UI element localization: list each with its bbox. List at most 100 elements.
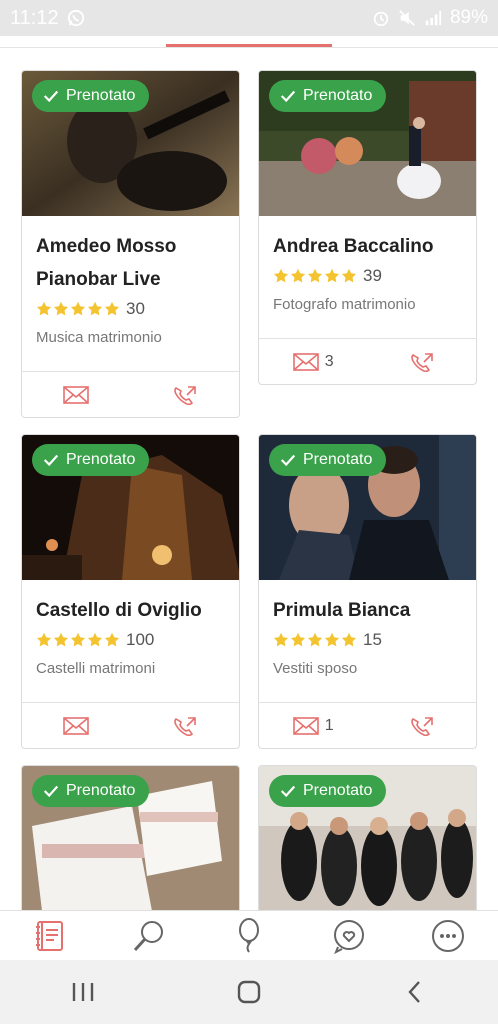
vendor-image-wedding[interactable]: Prenotato: [259, 71, 476, 216]
star-icon: [104, 301, 120, 316]
vendor-card[interactable]: Prenotato Andrea Baccalino 39 Fotografo …: [258, 70, 477, 385]
vendor-card[interactable]: Prenotato: [21, 765, 240, 910]
vendor-card[interactable]: Prenotato: [258, 765, 477, 910]
system-nav-bar: [0, 960, 498, 1024]
booked-badge: Prenotato: [32, 444, 150, 476]
message-button[interactable]: 3: [259, 352, 368, 372]
stars: [273, 632, 357, 648]
badge-label: Prenotato: [303, 782, 373, 799]
vendor-category: Musica matrimonio: [36, 329, 162, 346]
battery-level: 89%: [449, 7, 488, 28]
badge-label: Prenotato: [303, 87, 373, 104]
back-icon: [408, 981, 420, 1003]
balloon-icon: [238, 917, 259, 953]
rating-count: 100: [126, 630, 155, 649]
star-icon: [53, 301, 69, 316]
vendor-category: Fotografo matrimonio: [273, 296, 416, 313]
recent-apps-button[interactable]: [63, 972, 103, 1012]
signal-icon: [425, 10, 442, 26]
mute-icon: [399, 10, 415, 26]
phone-icon: [173, 716, 196, 736]
star-icon: [36, 301, 52, 316]
star-icon: [307, 268, 323, 283]
rating-count: 15: [363, 630, 382, 649]
alarm-icon: [373, 11, 389, 27]
booked-badge: Prenotato: [32, 80, 150, 112]
star-icon: [70, 632, 86, 647]
envelope-icon: [63, 385, 90, 404]
status-left: 11:12: [10, 7, 85, 30]
more-icon: [432, 919, 465, 952]
vendor-image-suits[interactable]: Prenotato: [259, 435, 476, 580]
phone-icon: [410, 716, 433, 736]
envelope-icon: [292, 352, 319, 371]
call-button[interactable]: [368, 716, 477, 736]
recent-apps-icon: [72, 983, 94, 1001]
rating: 30: [36, 298, 225, 320]
booked-badge: Prenotato: [269, 444, 387, 476]
message-count: 1: [324, 716, 334, 734]
call-button[interactable]: [368, 352, 477, 372]
star-icon: [324, 268, 340, 283]
nav-chat[interactable]: [327, 914, 371, 958]
chat-heart-icon: [333, 919, 364, 954]
nav-balloon[interactable]: [227, 914, 271, 958]
vendor-image-castle[interactable]: Prenotato: [22, 435, 239, 580]
envelope-icon: [292, 716, 319, 735]
vendor-grid: Prenotato Amedeo Mosso Pianobar Live 30 …: [0, 48, 498, 910]
vendor-name[interactable]: Andrea Baccalino: [273, 230, 462, 263]
booked-badge: Prenotato: [32, 775, 150, 807]
nav-search[interactable]: [127, 914, 171, 958]
rating: 15: [273, 629, 462, 651]
star-icon: [290, 632, 306, 647]
message-button[interactable]: [22, 716, 131, 736]
nav-more[interactable]: [426, 914, 470, 958]
nav-planner[interactable]: [28, 914, 72, 958]
star-icon: [87, 632, 103, 647]
star-icon: [273, 268, 289, 283]
card-actions: [22, 702, 239, 748]
check-icon: [280, 90, 296, 103]
status-time: 11:12: [10, 6, 59, 29]
back-button[interactable]: [395, 972, 435, 1012]
badge-label: Prenotato: [66, 451, 136, 468]
check-icon: [43, 454, 59, 467]
home-button[interactable]: [229, 972, 269, 1012]
vendor-image-group[interactable]: Prenotato: [259, 766, 476, 910]
message-button[interactable]: [22, 385, 131, 405]
whatsapp-icon: [67, 9, 84, 27]
status-bar: 11:12 89%: [0, 0, 498, 36]
star-icon: [273, 632, 289, 647]
card-actions: 1: [259, 702, 476, 748]
stars: [36, 301, 120, 317]
vendor-category: Vestiti sposo: [273, 660, 358, 677]
vendor-card[interactable]: Prenotato Primula Bianca 15 Vestiti spos…: [258, 434, 477, 749]
card-actions: 3: [259, 338, 476, 384]
check-icon: [280, 454, 296, 467]
star-icon: [290, 268, 306, 283]
vendor-image-guitarist[interactable]: Prenotato: [22, 71, 239, 216]
active-tab-indicator: [166, 44, 332, 47]
call-button[interactable]: [131, 385, 240, 405]
vendor-card[interactable]: Prenotato Castello di Oviglio 100 Castel…: [21, 434, 240, 749]
home-icon: [237, 980, 261, 1004]
vendor-name[interactable]: Amedeo Mosso Pianobar Live: [36, 230, 225, 296]
card-actions: [22, 371, 239, 417]
envelope-icon: [63, 716, 90, 735]
vendor-image-invitations[interactable]: Prenotato: [22, 766, 239, 910]
search-icon: [134, 920, 164, 951]
booked-badge: Prenotato: [269, 80, 387, 112]
star-icon: [87, 301, 103, 316]
star-icon: [307, 632, 323, 647]
vendor-name[interactable]: Primula Bianca: [273, 594, 462, 627]
star-icon: [324, 632, 340, 647]
vendor-card[interactable]: Prenotato Amedeo Mosso Pianobar Live 30 …: [21, 70, 240, 418]
star-icon: [36, 632, 52, 647]
status-right: 89%: [372, 7, 488, 29]
check-icon: [280, 785, 296, 798]
badge-label: Prenotato: [66, 87, 136, 104]
message-button[interactable]: 1: [259, 716, 368, 736]
vendor-name[interactable]: Castello di Oviglio: [36, 594, 225, 627]
call-button[interactable]: [131, 716, 240, 736]
phone-icon: [173, 385, 196, 405]
